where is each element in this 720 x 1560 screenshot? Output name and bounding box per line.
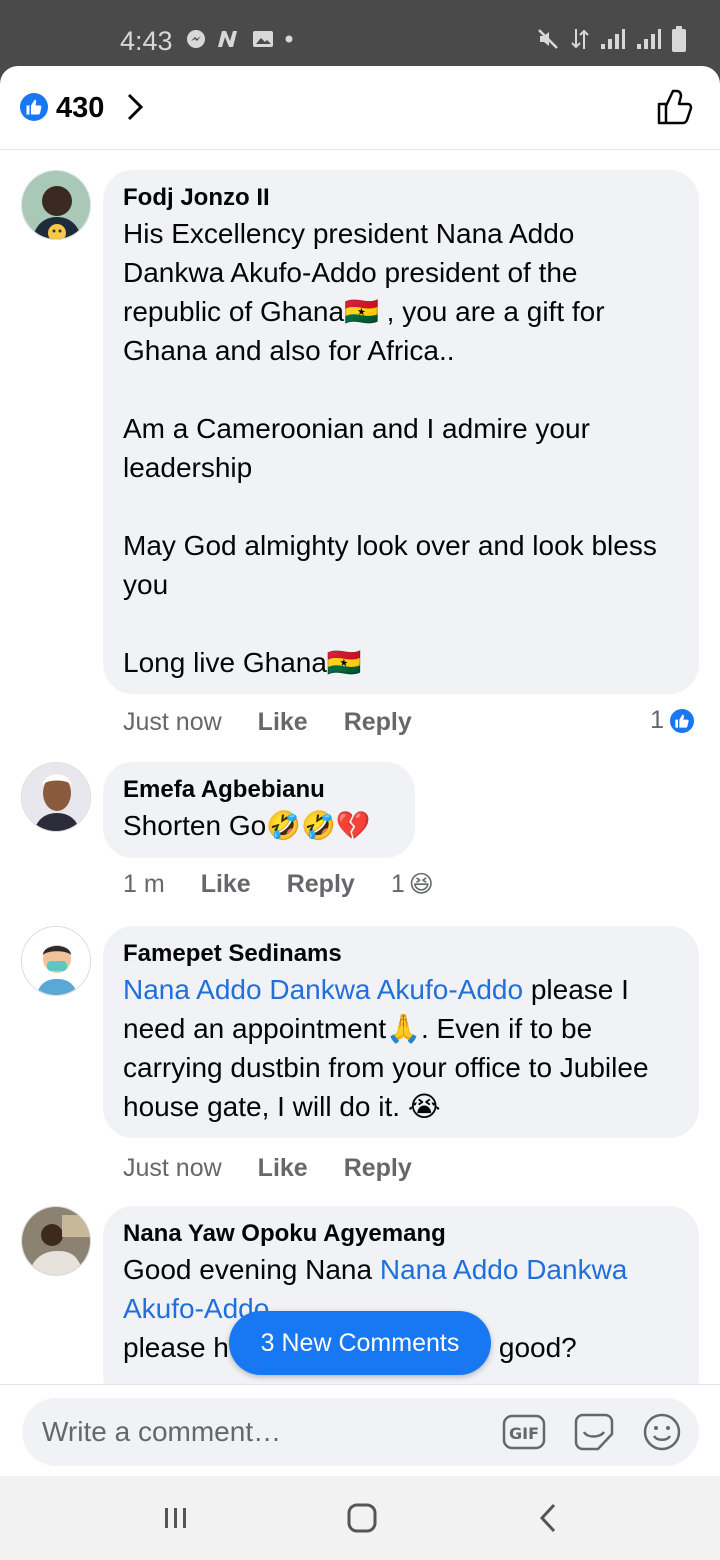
comment-bubble[interactable]: Emefa Agbebianu Shorten Go🤣🤣💔 <box>103 762 415 858</box>
comment-time: Just now <box>123 1154 222 1182</box>
haha-reaction-icon[interactable]: 😆 <box>409 870 434 899</box>
comment-text-body: please h <box>123 1332 229 1363</box>
thumbs-up-badge-icon <box>20 93 48 121</box>
comment-author[interactable]: Fodj Jonzo II <box>123 182 679 214</box>
like-link[interactable]: Like <box>258 708 308 737</box>
chevron-right-icon[interactable] <box>124 92 146 122</box>
comment-text-tail: good? <box>498 1332 577 1363</box>
battery-icon <box>672 26 686 52</box>
comment-actions: Just now Like Reply <box>123 708 448 737</box>
reaction-count[interactable]: 1 <box>391 870 405 899</box>
avatar[interactable] <box>21 926 91 996</box>
comment-bubble[interactable]: Famepet Sedinams Nana Addo Dankwa Akufo-… <box>103 926 699 1138</box>
comment-composer: Write a comment… GIF <box>0 1384 720 1476</box>
reply-link[interactable]: Reply <box>344 1154 412 1183</box>
comment-actions: 1 m Like Reply 1 😆 <box>123 870 434 899</box>
avatar[interactable] <box>21 170 91 240</box>
like-link[interactable]: Like <box>258 1154 308 1183</box>
comment-time: Just now <box>123 708 222 736</box>
reaction-count[interactable]: 430 <box>56 92 104 125</box>
comment-author[interactable]: Nana Yaw Opoku Agyemang <box>123 1218 679 1250</box>
like-link[interactable]: Like <box>201 870 251 899</box>
status-time: 4:43 <box>120 26 173 56</box>
comment-text: His Excellency president Nana Addo Dankw… <box>123 218 657 678</box>
comment-reactions[interactable]: 1 <box>650 706 696 735</box>
comment-bubble[interactable]: Nana Yaw Opoku Agyemang Good evening Nan… <box>103 1206 699 1406</box>
status-left-icons <box>186 29 294 49</box>
comment-input[interactable]: Write a comment… GIF <box>22 1398 699 1466</box>
comment-author[interactable]: Emefa Agbebianu <box>123 774 395 806</box>
avatar[interactable] <box>21 762 91 832</box>
reactions-header[interactable]: 430 <box>0 66 720 150</box>
comment-bubble[interactable]: Fodj Jonzo II His Excellency president N… <box>103 170 699 694</box>
thumbs-up-outline-icon[interactable] <box>656 88 694 126</box>
recent-apps-icon[interactable] <box>146 1496 206 1540</box>
mention-link[interactable]: Nana Addo Dankwa Akufo-Addo <box>123 974 523 1005</box>
status-right-icons <box>536 26 686 52</box>
comment-input-placeholder: Write a comment… <box>42 1416 282 1447</box>
messenger-icon <box>187 30 205 48</box>
signal-icon <box>601 29 625 49</box>
gallery-icon <box>253 31 273 47</box>
comments-sheet: 430 Fodj Jonzo II His Excellency preside… <box>0 66 720 1476</box>
reply-link[interactable]: Reply <box>287 870 355 899</box>
comment-text: Shorten Go🤣🤣💔 <box>123 810 371 841</box>
home-icon[interactable] <box>332 1496 392 1540</box>
status-bar: 4:43 <box>0 0 720 66</box>
reaction-count: 1 <box>650 706 664 734</box>
new-comments-button[interactable]: 3 New Comments <box>229 1311 491 1375</box>
comment-text: Nana Addo Dankwa Akufo-Addo please I nee… <box>123 970 679 1126</box>
avatar[interactable] <box>21 1206 91 1276</box>
comment-text-body: Good evening Nana <box>123 1254 380 1285</box>
comment-time: 1 m <box>123 870 165 898</box>
mute-icon <box>538 29 558 49</box>
comment-author[interactable]: Famepet Sedinams <box>123 938 679 970</box>
dot-icon <box>285 35 293 43</box>
system-nav-bar <box>0 1476 720 1560</box>
reply-link[interactable]: Reply <box>344 708 412 737</box>
sticker-icon[interactable] <box>572 1412 616 1452</box>
like-reaction-icon <box>668 706 696 735</box>
gif-icon[interactable]: GIF <box>502 1412 546 1452</box>
n-icon <box>218 31 237 47</box>
data-arrows-icon <box>571 29 589 49</box>
signal-icon <box>637 29 661 49</box>
emoji-icon[interactable] <box>642 1412 682 1452</box>
svg-text:GIF: GIF <box>509 1424 539 1443</box>
back-icon[interactable] <box>518 1496 578 1540</box>
comment-actions: Just now Like Reply <box>123 1154 448 1183</box>
